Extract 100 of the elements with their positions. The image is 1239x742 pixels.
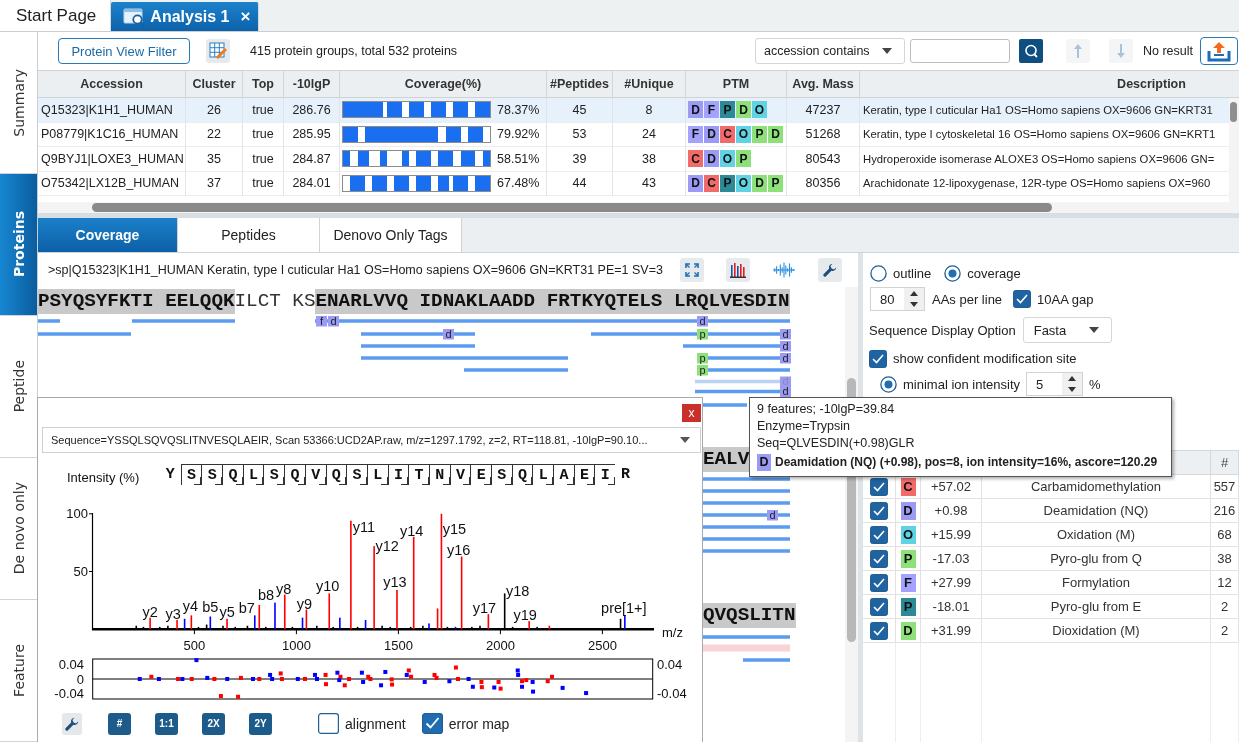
search-input[interactable] xyxy=(909,39,1010,63)
view-button[interactable]: 1:1 xyxy=(155,712,178,735)
view-button[interactable]: # xyxy=(108,712,131,735)
table-cell: Keratin, type I cuticular Ha1 OS=Homo sapiens OX=9606 GN=KRT31 xyxy=(860,98,1229,123)
caret-up-icon[interactable] xyxy=(910,291,918,296)
peptide-bar[interactable]: d xyxy=(361,327,475,340)
search-button[interactable] xyxy=(1018,39,1043,63)
radio-button[interactable] xyxy=(944,264,962,282)
view-tab[interactable]: Peptides xyxy=(178,218,320,252)
close-button[interactable]: × xyxy=(240,7,251,26)
sequence-text: QVQSLITN xyxy=(703,603,796,628)
view-tab[interactable]: Denovo Only Tags xyxy=(320,218,462,252)
checkbox[interactable] xyxy=(870,477,888,496)
unit-label: % xyxy=(1089,376,1101,392)
document-tab[interactable]: Start Page xyxy=(0,0,112,31)
table-cell: 47237 xyxy=(787,98,860,123)
sequence-text: ENARLVVQ IDNAKLAADD FRTKYQTELS LRQLVESDIN xyxy=(315,289,790,314)
modification-tag: P xyxy=(900,597,916,616)
bar-view-button[interactable] xyxy=(726,258,750,282)
column-header[interactable]: Avg. Mass xyxy=(787,71,860,97)
scrollbar-thumb[interactable] xyxy=(1230,102,1237,122)
point xyxy=(149,674,154,679)
ptm-tag: P xyxy=(768,174,783,192)
peptide-bar[interactable]: f d xyxy=(315,314,475,327)
number-field[interactable]: 80 xyxy=(870,287,925,311)
checkbox[interactable] xyxy=(421,713,443,734)
point xyxy=(422,679,427,684)
fit-view-button[interactable] xyxy=(680,258,704,282)
table-row[interactable]: O75342|LX12B_HUMAN 37 true 284.01 67.48% 44 43 D C P O D P 80356 Arachidonate 12-lipoxygenase, 12R-type OS=Homo sapiens OX=960 xyxy=(38,171,1229,196)
document-tab[interactable]: Analysis 1 × xyxy=(111,2,260,31)
column-header[interactable]: Top xyxy=(243,71,284,97)
settings-button[interactable] xyxy=(818,258,842,282)
peptide-bar[interactable]: d xyxy=(695,385,791,398)
checkbox[interactable] xyxy=(870,549,888,568)
point xyxy=(218,694,223,699)
scrollbar-thumb[interactable] xyxy=(92,203,1052,212)
peak-label: y4 xyxy=(182,598,198,615)
caret-up-icon[interactable] xyxy=(1068,376,1077,381)
view-tab[interactable]: Coverage xyxy=(38,218,178,252)
close-button[interactable]: x xyxy=(682,404,701,422)
table-cell: 2 xyxy=(1211,619,1239,642)
checkbox[interactable] xyxy=(870,501,888,520)
peak-label: y18 xyxy=(506,583,530,600)
table-cell: Oxidation (M) xyxy=(982,523,1211,546)
fragment-residue: Q xyxy=(284,464,305,485)
table-edit-button[interactable] xyxy=(206,39,230,63)
radio-button[interactable] xyxy=(880,375,897,393)
checkbox[interactable] xyxy=(870,621,888,640)
point xyxy=(409,674,414,679)
search-field-dropdown[interactable]: accession contains xyxy=(754,38,905,64)
column-header[interactable]: Coverage(%) xyxy=(340,71,547,97)
caret-down-icon xyxy=(680,437,690,443)
column-header[interactable]: #Unique xyxy=(613,71,686,97)
checkbox[interactable] xyxy=(870,597,888,616)
checkbox[interactable] xyxy=(870,573,888,592)
peptide-bar[interactable]: d xyxy=(703,508,790,521)
export-button[interactable] xyxy=(1200,37,1238,65)
column-header[interactable]: PTM xyxy=(686,71,787,97)
ptm-tag: P xyxy=(720,101,735,119)
peptide-bar[interactable]: d xyxy=(568,314,790,327)
table-row[interactable]: Q15323|K1H1_HUMAN 26 true 286.76 78.37% 45 8 D F P D O 47237 Keratin, type I cuticular Ha1 OS=Homo sapiens OX=9606 GN=KRT31 xyxy=(38,98,1229,123)
column-header[interactable]: #Peptides xyxy=(547,71,613,97)
column-header[interactable]: # xyxy=(1211,451,1239,474)
ptm-tag: D xyxy=(704,150,719,168)
fragment-residue: L xyxy=(366,464,388,485)
checkbox[interactable] xyxy=(870,525,888,544)
point xyxy=(323,682,328,687)
caret-down-icon[interactable] xyxy=(1068,387,1077,392)
number-field[interactable]: 5 xyxy=(1026,372,1084,396)
peptide-bar[interactable]: p xyxy=(697,363,790,376)
radio-button[interactable] xyxy=(870,264,887,282)
column-header[interactable]: Description xyxy=(860,71,1229,97)
settings-button[interactable] xyxy=(62,712,82,735)
table-row[interactable]: P08779|K1C16_HUMAN 22 true 285.95 79.92% 53 24 F D C O P D 51268 Keratin, type I cytoskeletal 16 OS=Homo sapiens OX=9606 GN=KRT1 xyxy=(38,122,1229,147)
checkbox[interactable] xyxy=(869,349,887,368)
column-header[interactable]: Accession xyxy=(38,71,186,97)
caret-down-icon[interactable] xyxy=(910,302,918,307)
view-button[interactable]: 2X xyxy=(202,712,225,735)
peak-label: y13 xyxy=(383,573,407,590)
checkbox[interactable] xyxy=(1013,290,1032,308)
peptide-bar[interactable]: p d xyxy=(697,351,791,364)
checkbox[interactable] xyxy=(318,713,339,734)
column-header[interactable]: -10lgP xyxy=(284,71,340,97)
fragment-residue: E xyxy=(573,464,595,485)
spectrum-dropdown[interactable]: Sequence=YSSQLSQVQSLITNVESQLAEIR, Scan 53366:UCD2AP.raw, m/z=1297.1792, z=2, RT=118.81, -10lgP=90.10... xyxy=(42,427,701,453)
modification-tag: O xyxy=(900,525,916,544)
filter-button[interactable]: Protein View Filter xyxy=(58,38,190,64)
peptide-bar[interactable]: d xyxy=(683,339,791,352)
peak-label: y10 xyxy=(316,578,340,595)
table-cell: 45 xyxy=(547,98,613,123)
fragment-residue: S xyxy=(491,464,512,485)
fragment-residue: S xyxy=(180,464,202,485)
view-button[interactable]: 2Y xyxy=(249,712,272,735)
side-tab[interactable]: Proteins xyxy=(0,174,37,316)
display-option-dropdown[interactable]: Fasta xyxy=(1022,317,1112,343)
table-cell: 284.01 xyxy=(284,171,340,196)
table-row[interactable]: Q9BYJ1|LOXE3_HUMAN 35 true 284.87 58.51% 39 38 C D O P 80543 Hydroperoxide isomerase ALOXE3 OS=Homo sapiens OX=9606 GN= xyxy=(38,147,1229,172)
peptide-bar[interactable]: p d xyxy=(697,327,791,340)
column-header[interactable]: Cluster xyxy=(186,71,243,97)
spectrum-peak xyxy=(258,604,261,630)
